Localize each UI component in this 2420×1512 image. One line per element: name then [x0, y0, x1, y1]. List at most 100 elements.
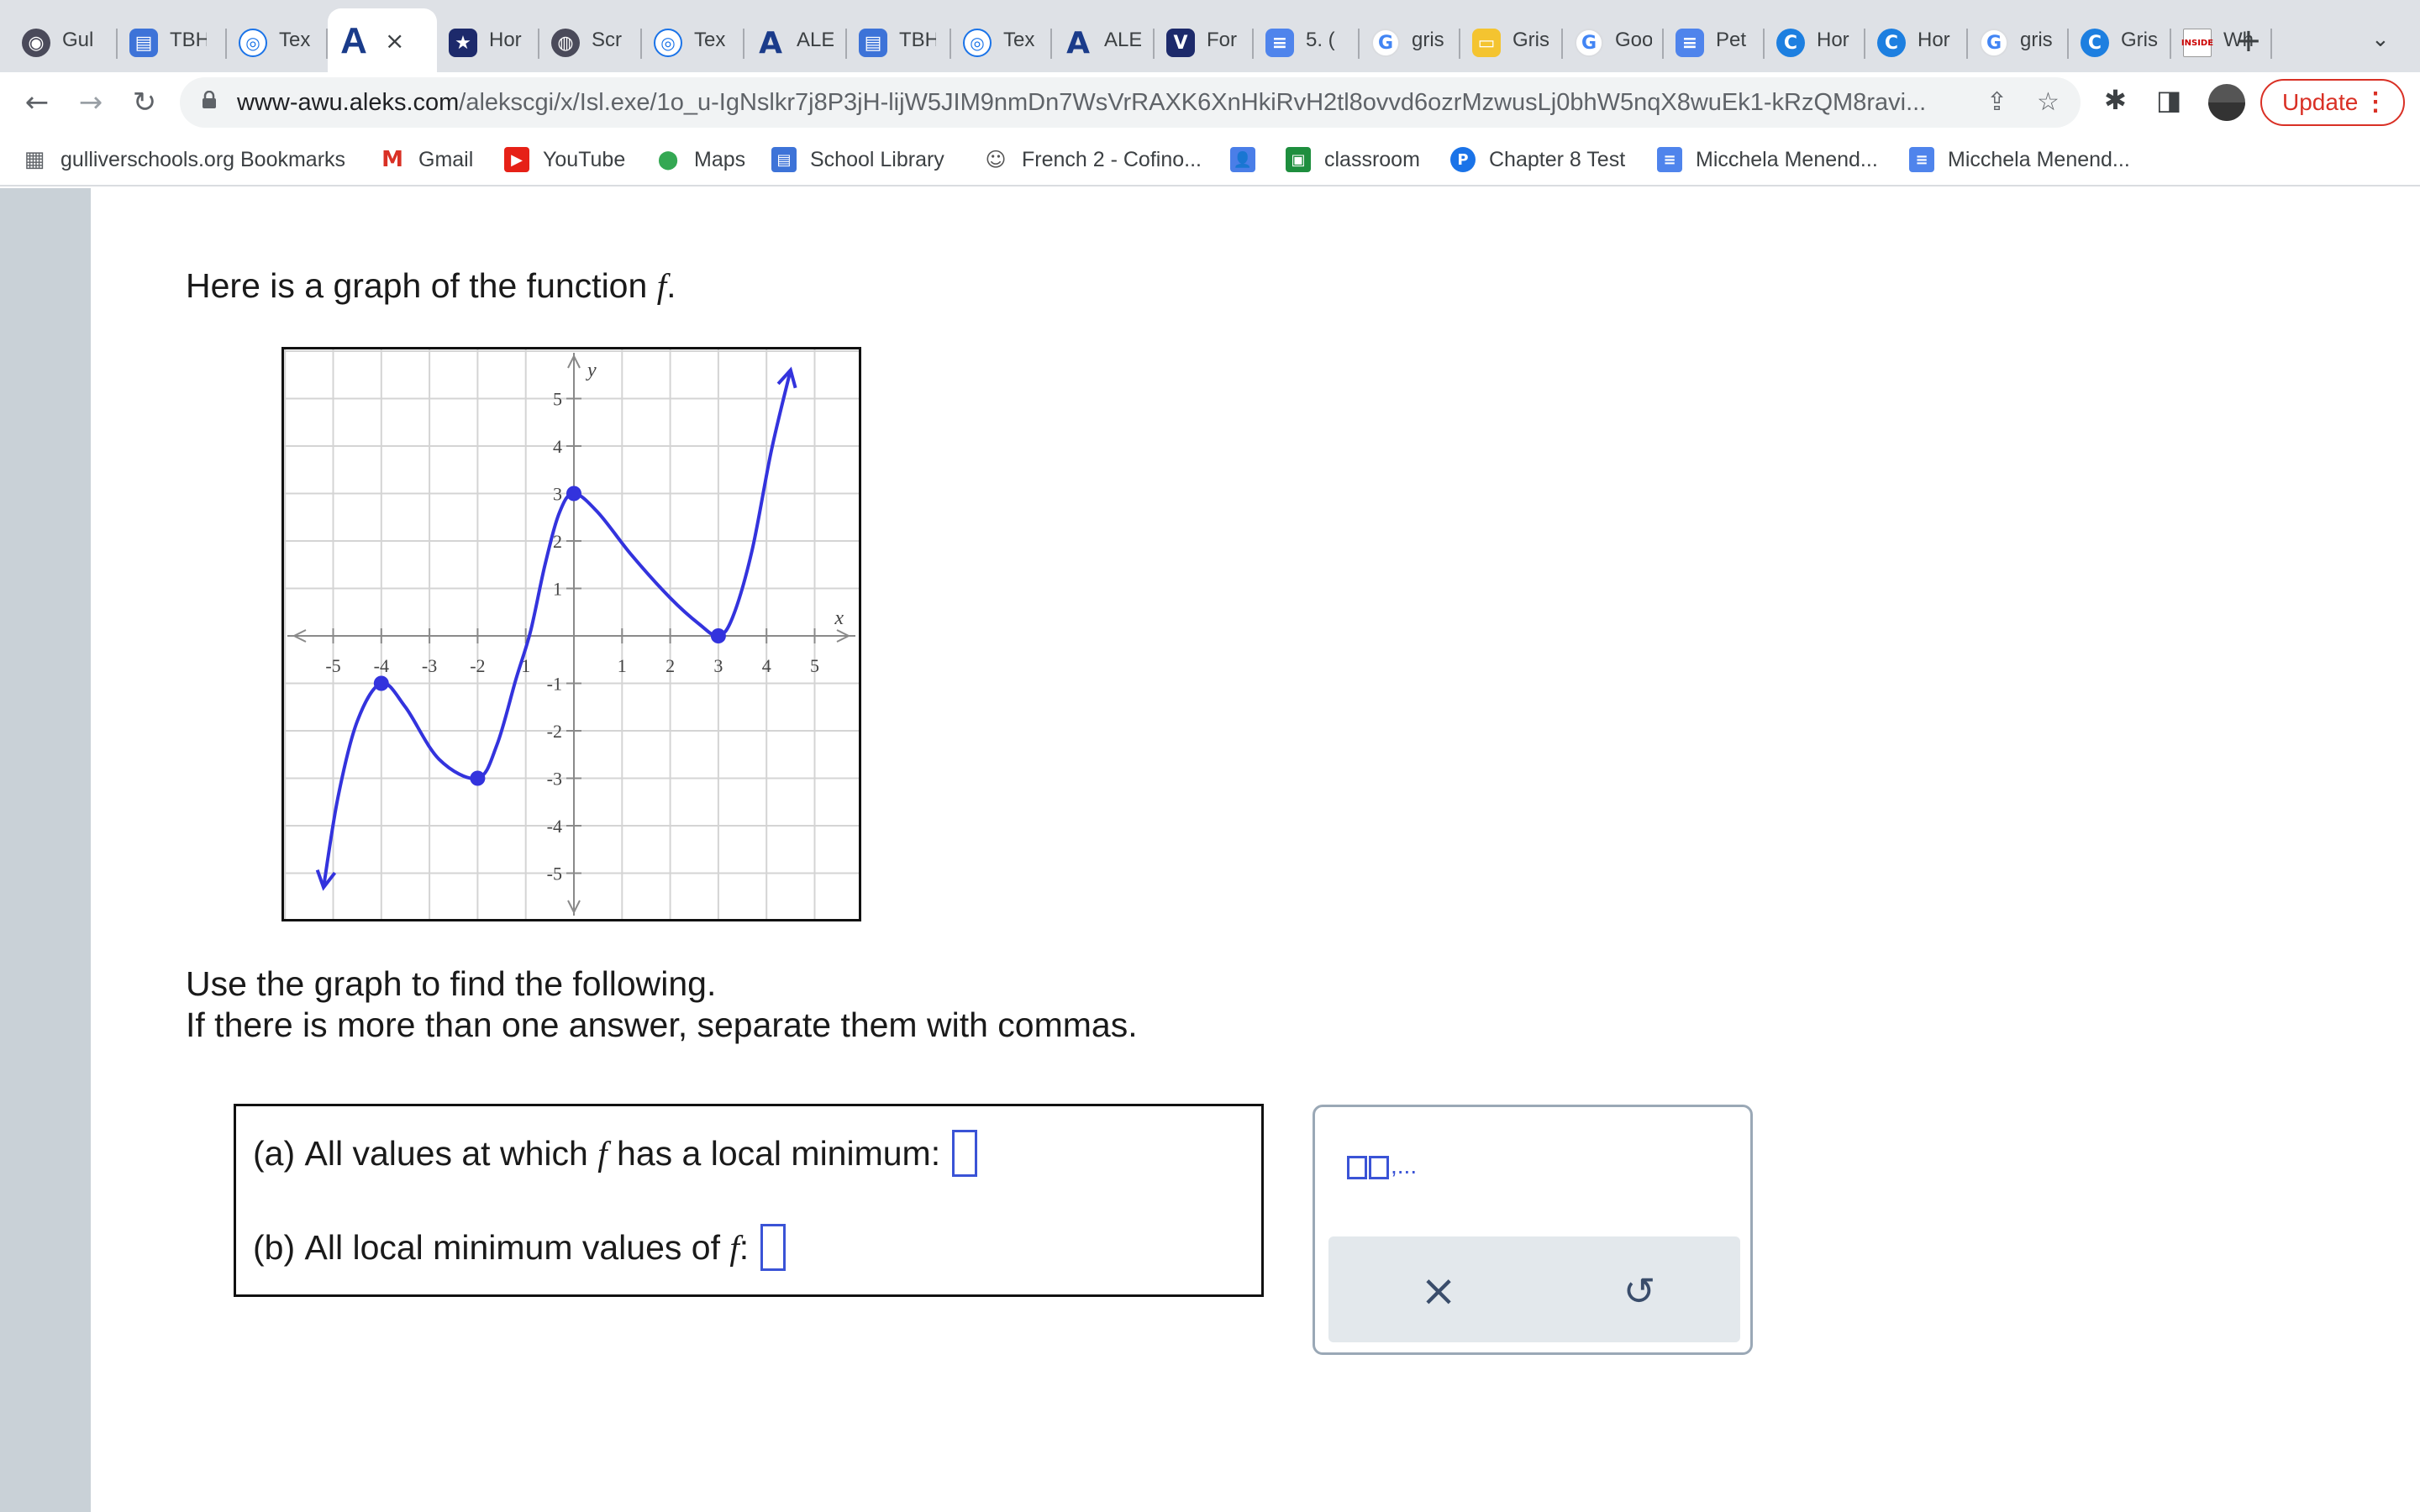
tab-title: ALE	[1104, 29, 1141, 51]
classroom-board-icon: ▤	[129, 29, 158, 57]
part-b-colon: :	[739, 1227, 750, 1267]
clear-icon[interactable]: ×	[1409, 1262, 1468, 1320]
bookmark-item[interactable]: ▤ School Library	[771, 143, 944, 176]
browser-tab[interactable]: Ggris	[1968, 10, 2069, 77]
forward-button[interactable]: →	[69, 81, 113, 124]
c-logo-icon: C	[1877, 29, 1906, 57]
bookmark-label: Maps	[694, 147, 746, 171]
inside-logo-icon: INSIDE	[2181, 29, 2213, 57]
browser-tab[interactable]: ◍ Scr	[539, 10, 642, 77]
bookmark-item[interactable]: P Chapter 8 Test	[1450, 143, 1625, 176]
bookmark-label: French 2 - Cofino...	[1022, 147, 1202, 171]
close-tab-icon[interactable]: ×	[385, 27, 404, 55]
bookmark-item[interactable]: ▣ classroom	[1286, 143, 1420, 176]
share-icon[interactable]: ⇪	[1986, 87, 2007, 117]
bookmark-item[interactable]: ▶ YouTube	[504, 143, 625, 176]
browser-tab[interactable]: A ALE	[1052, 10, 1155, 77]
part-a-function: f	[597, 1134, 608, 1173]
bookmark-star-icon[interactable]: ☆	[2037, 87, 2060, 117]
tab-title: Gris	[1512, 29, 1549, 51]
template-suffix: ,...	[1391, 1152, 1418, 1179]
lock-icon[interactable]	[202, 91, 217, 109]
list-template-button[interactable]: ,...	[1347, 1152, 1417, 1179]
address-bar[interactable]: www-awu.aleks.com/alekscgi/x/Isl.exe/1o_…	[180, 77, 2081, 128]
update-button[interactable]: Update ⋮	[2260, 79, 2405, 126]
tab-search-button[interactable]: ⌄	[2371, 27, 2390, 52]
star-badge-icon: ★	[449, 29, 477, 57]
new-tab-button[interactable]: +	[2235, 22, 2262, 59]
extensions-icon[interactable]: ✱	[2104, 84, 2127, 116]
undo-icon[interactable]: ↺	[1610, 1262, 1669, 1320]
browser-tab[interactable]: ◎ Tex	[227, 10, 328, 77]
browser-tab[interactable]: ▤ TBH	[847, 10, 951, 77]
google-doc-icon: ≡	[1676, 29, 1704, 57]
browser-tab[interactable]: ◉ Gul	[10, 10, 118, 77]
tab-title: Goo	[1615, 29, 1652, 51]
bookmark-item[interactable]: ≡ Micchela Menend...	[1657, 143, 1878, 176]
answer-keypad: ,... × ↺	[1313, 1105, 1753, 1355]
tab-title: ALE	[797, 29, 834, 51]
folder-icon: ▦	[24, 147, 45, 172]
url-path: /alekscgi/x/Isl.exe/1o_u-IgNslkr7j8P3jH-…	[459, 89, 1927, 116]
tab-title: 5. (	[1306, 29, 1335, 51]
part-b-text: All local minimum values of	[304, 1227, 720, 1267]
browser-tab[interactable]: C Hor	[1865, 10, 1968, 77]
bookmark-label: Gmail	[418, 147, 474, 171]
browser-tab[interactable]: ≡ 5. (	[1254, 10, 1360, 77]
tab-title: Gris	[2121, 29, 2158, 51]
function-name: f	[656, 266, 667, 305]
gmail-icon: M	[381, 147, 403, 172]
intro-text: Here is a graph of the function	[186, 266, 648, 305]
part-a-input[interactable]	[952, 1130, 978, 1177]
x-tick-label: 2	[666, 655, 675, 676]
instruction-line-1: Use the graph to find the following.	[186, 964, 717, 1003]
bookmark-label: Micchela Menend...	[1696, 147, 1878, 171]
browser-tab[interactable]: C Hor	[1765, 10, 1865, 77]
reload-button[interactable]: ↻	[123, 81, 166, 124]
url-text[interactable]: www-awu.aleks.com/alekscgi/x/Isl.exe/1o_…	[237, 89, 1926, 117]
bookmark-label: Chapter 8 Test	[1489, 147, 1626, 171]
bookmark-item[interactable]: M Gmail	[380, 143, 473, 176]
instruction-line-2: If there is more than one answer, separa…	[186, 1005, 1138, 1044]
browser-tab[interactable]: G Goo	[1563, 10, 1664, 77]
browser-tab[interactable]: ◎ Tex	[642, 10, 744, 77]
side-panel-icon[interactable]: ◨	[2156, 84, 2181, 116]
browser-tab[interactable]: ▭ Gris	[1460, 10, 1563, 77]
tab-strip: ◉ Gul ▤ TBH ◎ Tex A × ★ Hor ◍ Scr ◎ Tex A ALE ▤ TBH ◎ Tex A A…	[0, 0, 2420, 77]
browser-tab[interactable]: V For	[1155, 10, 1254, 77]
y-tick-label: 5	[553, 389, 562, 410]
maps-pin-icon: ⬤	[657, 149, 679, 171]
bookmark-item[interactable]: ▦ gulliverschools.org Bookmarks	[22, 143, 345, 176]
browser-tab[interactable]: A ×	[328, 8, 437, 77]
back-button[interactable]: ←	[15, 81, 59, 124]
profile-avatar[interactable]	[2208, 84, 2245, 121]
browser-tab[interactable]: Ggris	[1360, 10, 1460, 77]
answer-box: (a) All values at which f has a local mi…	[234, 1104, 1264, 1297]
bookmark-label: School Library	[810, 147, 944, 171]
browser-tab[interactable]: ≡ Pet	[1664, 10, 1765, 77]
bookmark-item[interactable]: ⬤ Maps	[655, 143, 745, 176]
update-label: Update	[2282, 89, 2359, 115]
browser-tab[interactable]: C Gris	[2069, 10, 2171, 77]
google-doc-icon: ≡	[1909, 147, 1934, 172]
part-a-row: (a) All values at which f has a local mi…	[253, 1130, 978, 1177]
browser-tab[interactable]: ▤ TBH	[118, 10, 227, 77]
part-b-label: (b)	[253, 1227, 296, 1267]
browser-tab[interactable]: A ALE	[744, 10, 847, 77]
x-tick-label: 3	[713, 655, 723, 676]
part-a-label: (a)	[253, 1133, 296, 1173]
browser-tab[interactable]: ★ Hor	[437, 10, 539, 77]
bookmarks-bar: ▦ gulliverschools.org Bookmarks M Gmail ▶ You…	[0, 133, 2420, 186]
aleks-logo-icon: A	[340, 20, 367, 61]
bookmark-item[interactable]: 👤	[1230, 143, 1269, 176]
browser-tab[interactable]: ◎ Tex	[951, 10, 1052, 77]
y-tick-label: -1	[547, 674, 562, 695]
globe-dark-icon: ◉	[22, 29, 50, 57]
part-b-input[interactable]	[760, 1224, 786, 1271]
bookmark-item[interactable]: ≡ Micchela Menend...	[1909, 143, 2130, 176]
url-host: www-awu.aleks.com	[237, 89, 460, 116]
y-tick-label: 4	[553, 436, 562, 457]
bookmark-item[interactable]: ☺ French 2 - Cofino...	[983, 143, 1202, 176]
tab-title: Tex	[279, 29, 311, 51]
y-tick-label: -3	[547, 769, 562, 790]
